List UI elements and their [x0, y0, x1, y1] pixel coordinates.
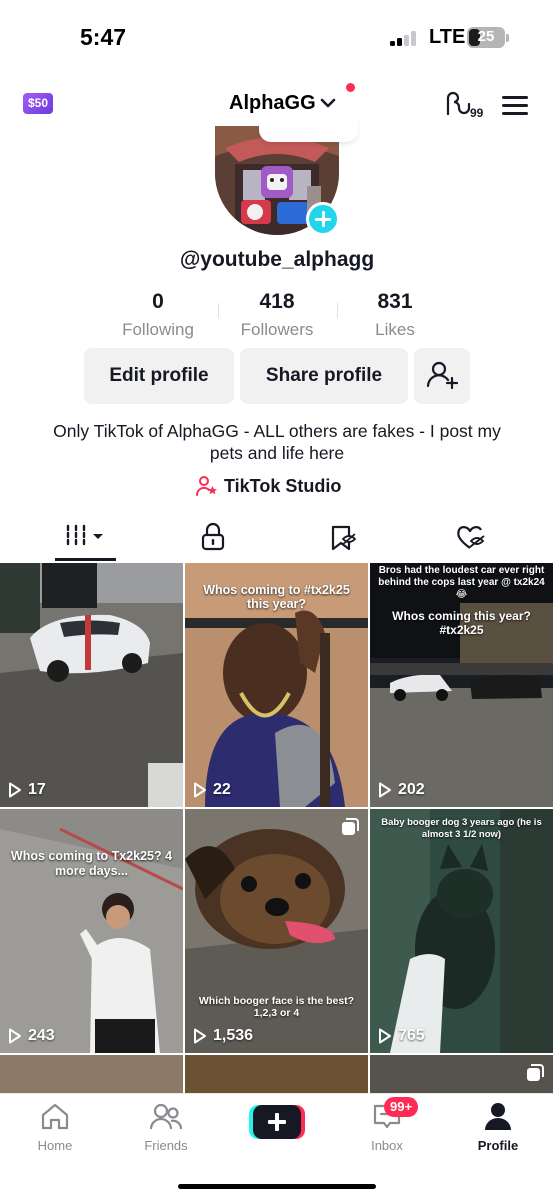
tiktok-studio-label: TikTok Studio [224, 475, 342, 496]
edit-profile-button[interactable]: Edit profile [84, 348, 234, 404]
chevron-down-icon [320, 98, 335, 108]
network-label: LTE [429, 26, 466, 48]
video-tile[interactable]: Whos coming to #tx2k25 this year? 22 [185, 563, 368, 807]
stat-likes[interactable]: 831 Likes [335, 290, 455, 340]
coin-badge[interactable]: $50 [23, 93, 53, 114]
video-caption: Baby booger dog 3 years ago (he is almos… [381, 817, 542, 840]
play-icon [379, 1028, 391, 1044]
stat-following[interactable]: 0 Following [98, 290, 218, 340]
tab-active-indicator [55, 558, 116, 561]
stat-likes-label: Likes [375, 320, 415, 339]
lock-icon [201, 522, 225, 551]
add-user-icon [426, 361, 459, 390]
add-friend-button[interactable] [414, 348, 470, 404]
plus-icon [253, 1105, 301, 1139]
view-count: 765 [378, 1027, 425, 1045]
stat-followers-label: Followers [240, 320, 314, 339]
view-count-value: 22 [213, 781, 231, 798]
signal-icon [390, 30, 420, 46]
nav-friends[interactable]: Friends [121, 1102, 211, 1153]
stat-followers-value: 418 [259, 290, 295, 313]
username: AlphaGG [229, 91, 316, 114]
gg-activity-icon[interactable]: 99 [445, 90, 483, 118]
play-icon [194, 782, 206, 798]
battery-nub [506, 34, 509, 42]
battery-level: 25 [477, 28, 495, 45]
video-caption: Whos coming to #tx2k25 this year? [203, 583, 350, 611]
video-caption: Which booger face is the best? 1,2,3 or … [198, 995, 355, 1019]
view-count-value: 1,536 [213, 1027, 254, 1044]
view-count-value: 17 [28, 781, 46, 798]
view-count-value: 765 [398, 1027, 425, 1044]
nav-home-label: Home [37, 1138, 73, 1153]
video-caption: Bros had the loudest car ever right behi… [378, 565, 545, 600]
profile-bio: Only TikTok of AlphaGG - ALL others are … [53, 421, 501, 463]
status-bar: 5:47 LTE 25 [0, 0, 554, 76]
stat-following-value: 0 [152, 290, 164, 313]
nav-home[interactable]: Home [10, 1102, 100, 1153]
status-time: 5:47 [80, 24, 127, 50]
view-count-value: 243 [28, 1027, 55, 1044]
tab-private[interactable] [199, 520, 227, 554]
multi-photo-icon [525, 1063, 545, 1083]
video-tile[interactable]: Baby booger dog 3 years ago (he is almos… [370, 809, 553, 1053]
notification-dot [346, 83, 355, 92]
note-bubble[interactable] [259, 118, 358, 142]
home-indicator [178, 1184, 376, 1189]
play-icon [194, 1028, 206, 1044]
profile-icon [485, 1103, 511, 1130]
video-thumbnail [0, 809, 183, 1053]
video-tile[interactable]: Which booger face is the best? 1,2,3 or … [185, 809, 368, 1053]
view-count: 17 [8, 781, 46, 799]
share-profile-button[interactable]: Share profile [240, 348, 408, 404]
video-caption-secondary: Whos coming this year? #tx2k25 [392, 609, 531, 637]
video-tile[interactable] [185, 1055, 368, 1093]
tab-saved[interactable] [327, 520, 357, 554]
profile-handle: @youtube_alphagg [179, 248, 375, 271]
video-tile[interactable]: Bros had the loudest car ever right behi… [370, 563, 553, 807]
video-thumbnail [370, 809, 553, 1053]
nav-inbox-label: Inbox [371, 1138, 403, 1153]
friends-icon [149, 1103, 183, 1130]
stat-followers[interactable]: 418 Followers [217, 290, 337, 340]
saved-hidden-icon [331, 525, 357, 551]
tab-videos[interactable] [64, 520, 108, 554]
account-switcher[interactable]: AlphaGG [229, 89, 336, 117]
menu-icon[interactable] [502, 94, 528, 116]
video-tile[interactable]: Whos coming to Tx2k25? 4 more days... 24… [0, 809, 183, 1053]
studio-icon [196, 476, 217, 496]
video-thumbnail [0, 563, 183, 807]
play-icon [9, 782, 21, 798]
svg-text:99: 99 [470, 106, 483, 118]
home-icon [41, 1103, 69, 1130]
liked-hidden-icon [457, 526, 485, 549]
battery-icon: 25 [467, 27, 505, 48]
view-count-value: 202 [398, 781, 425, 798]
play-icon [379, 782, 391, 798]
play-icon [9, 1028, 21, 1044]
stat-following-label: Following [122, 320, 194, 339]
videos-grid-icon [66, 524, 103, 548]
multi-photo-icon [340, 817, 360, 837]
video-tile[interactable] [0, 1055, 183, 1093]
inbox-badge: 99+ [384, 1097, 419, 1117]
create-button[interactable] [249, 1105, 305, 1139]
stat-likes-value: 831 [377, 290, 413, 313]
video-caption: Whos coming to Tx2k25? 4 more days... [10, 849, 173, 878]
video-tile[interactable]: 17 [0, 563, 183, 807]
view-count: 1,536 [193, 1027, 253, 1045]
view-count: 243 [8, 1027, 55, 1045]
tab-liked[interactable] [455, 520, 487, 554]
nav-profile[interactable]: Profile [453, 1102, 543, 1153]
video-tile[interactable] [370, 1055, 553, 1093]
nav-profile-label: Profile [477, 1138, 519, 1153]
view-count: 22 [193, 781, 231, 799]
tiktok-studio-link[interactable]: TikTok Studio [196, 474, 341, 498]
add-avatar-button[interactable] [306, 202, 340, 236]
nav-friends-label: Friends [144, 1138, 188, 1153]
view-count: 202 [378, 781, 425, 799]
